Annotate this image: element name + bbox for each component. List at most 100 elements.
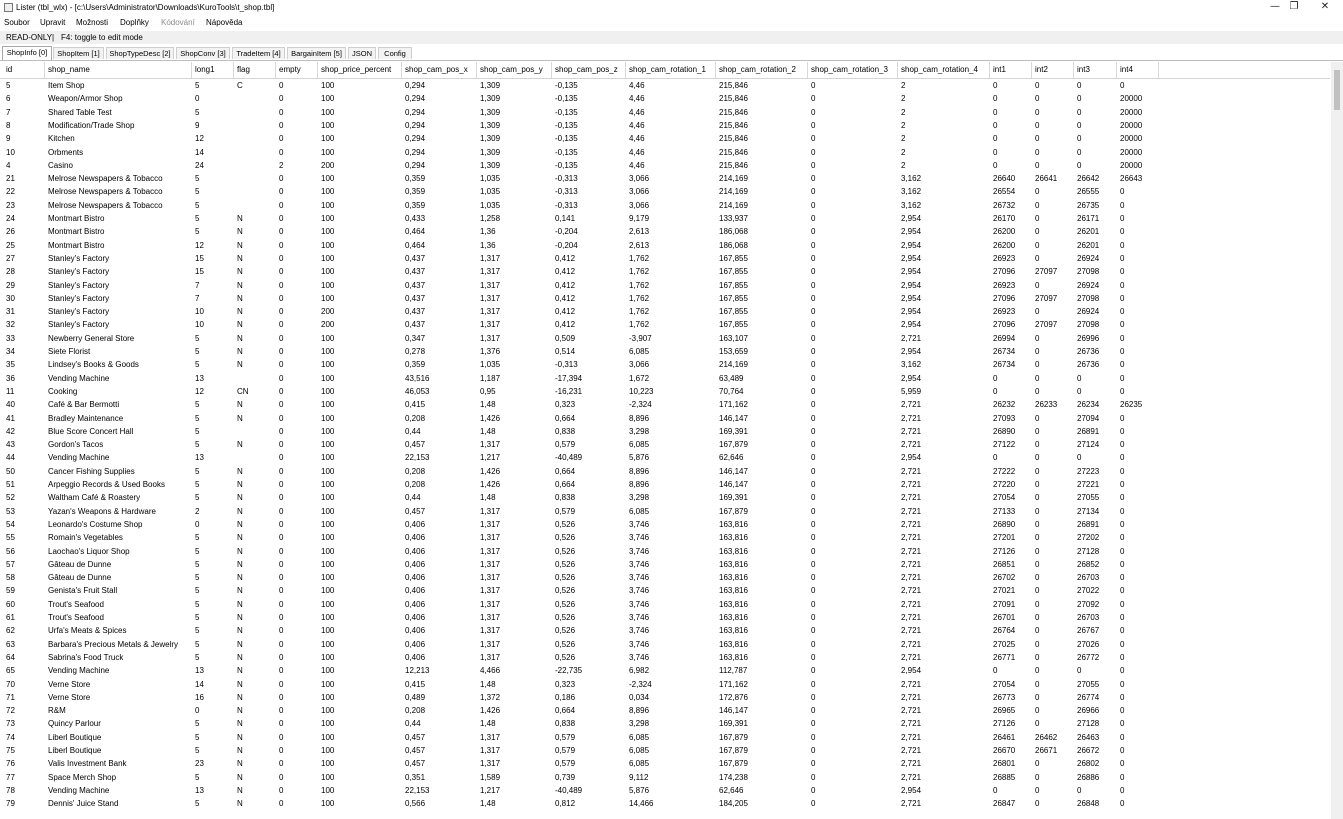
table-row[interactable]: 30 Stanley's Factory 7 N 0 100 0,437 1,317 0,412… <box>0 292 1330 305</box>
column-divider[interactable] <box>233 62 234 78</box>
table-row[interactable]: 43 Gordon's Tacos 5 N 0 100 0,457 1,317 0,579 6,0… <box>0 438 1330 451</box>
table-row[interactable]: 10 Orbments 14 0 100 0,294 1,309 -0,135 4,46 215,… <box>0 146 1330 159</box>
table-row[interactable]: 64 Sabrina's Food Truck 5 N 0 100 0,406 1,317 0,… <box>0 651 1330 664</box>
column-header[interactable]: empty <box>279 65 301 74</box>
column-divider[interactable] <box>551 62 552 78</box>
column-header[interactable]: shop_price_percent <box>321 65 391 74</box>
table-row[interactable]: 59 Genista's Fruit Stall 5 N 0 100 0,406 1,317 0… <box>0 584 1330 597</box>
table-row[interactable]: 8 Modification/Trade Shop 9 0 100 0,294 1,309 -… <box>0 119 1330 132</box>
table-row[interactable]: 6 Weapon/Armor Shop 0 0 100 0,294 1,309 -0,135 4… <box>0 92 1330 105</box>
column-divider[interactable] <box>44 62 45 78</box>
table-row[interactable]: 27 Stanley's Factory 15 N 0 100 0,437 1,317 0,41… <box>0 252 1330 265</box>
column-divider[interactable] <box>1116 62 1117 78</box>
table-row[interactable]: 78 Vending Machine 13 N 0 100 22,153 1,217 -40,4… <box>0 784 1330 797</box>
vertical-scrollbar[interactable] <box>1331 62 1343 819</box>
column-header[interactable]: int3 <box>1077 65 1090 74</box>
column-divider[interactable] <box>275 62 276 78</box>
table-row[interactable]: 70 Verne Store 14 N 0 100 0,415 1,48 0,323 -2,324… <box>0 678 1330 691</box>
table-row[interactable]: 26 Montmart Bistro 5 N 0 100 0,464 1,36 -0,204 2,… <box>0 225 1330 238</box>
table-row[interactable]: 42 Blue Score Concert Hall 5 0 100 0,44 1,48 0,… <box>0 425 1330 438</box>
table-row[interactable]: 73 Quincy Parlour 5 N 0 100 0,44 1,48 0,838 3,298… <box>0 717 1330 730</box>
table-row[interactable]: 51 Arpeggio Records & Used Books 5 N 0 100 0,2… <box>0 478 1330 491</box>
column-header[interactable]: shop_cam_rotation_2 <box>719 65 796 74</box>
menu-upravit[interactable]: Upravit <box>40 18 65 27</box>
column-header[interactable]: int1 <box>993 65 1006 74</box>
table-row[interactable]: 40 Café & Bar Bermotti 5 N 0 100 0,415 1,48 0,32… <box>0 398 1330 411</box>
data-grid[interactable]: id shop_name long1 flag empty shop_price_perc… <box>0 62 1330 819</box>
table-row[interactable]: 63 Barbara's Precious Metals & Jewelry 5 N 0… <box>0 638 1330 651</box>
tab-shopitem[interactable]: ShopItem [1] <box>53 47 104 59</box>
table-row[interactable]: 58 Gâteau de Dunne 5 N 0 100 0,406 1,317 0,526 3,… <box>0 571 1330 584</box>
table-row[interactable]: 29 Stanley's Factory 7 N 0 100 0,437 1,317 0,412… <box>0 279 1330 292</box>
column-divider[interactable] <box>1158 62 1159 78</box>
table-row[interactable]: 55 Romain's Vegetables 5 N 0 100 0,406 1,317 0,5… <box>0 531 1330 544</box>
table-row[interactable]: 44 Vending Machine 13 0 100 22,153 1,217 -40,48… <box>0 451 1330 464</box>
table-row[interactable]: 79 Dennis' Juice Stand 5 N 0 100 0,566 1,48 0,81… <box>0 797 1330 810</box>
column-divider[interactable] <box>476 62 477 78</box>
table-row[interactable]: 77 Space Merch Shop 5 N 0 100 0,351 1,589 0,739 9… <box>0 771 1330 784</box>
column-divider[interactable] <box>191 62 192 78</box>
table-row[interactable]: 57 Gâteau de Dunne 5 N 0 100 0,406 1,317 0,526 3,… <box>0 558 1330 571</box>
table-row[interactable]: 35 Lindsey's Books & Goods 5 N 0 100 0,359 1,03… <box>0 358 1330 371</box>
table-row[interactable]: 61 Trout's Seafood 5 N 0 100 0,406 1,317 0,526 3,… <box>0 611 1330 624</box>
column-header[interactable]: id <box>6 65 12 74</box>
menu-soubor[interactable]: Soubor <box>4 18 30 27</box>
table-row[interactable]: 50 Cancer Fishing Supplies 5 N 0 100 0,208 1,42… <box>0 465 1330 478</box>
table-row[interactable]: 54 Leonardo's Costume Shop 0 N 0 100 0,406 1,31… <box>0 518 1330 531</box>
menu-kodovani[interactable]: Kódování <box>161 18 195 27</box>
table-row[interactable]: 62 Urfa's Meats & Spices 5 N 0 100 0,406 1,317 0… <box>0 624 1330 637</box>
table-row[interactable]: 33 Newberry General Store 5 N 0 100 0,347 1,317… <box>0 332 1330 345</box>
tab-shopinfo[interactable]: ShopInfo [0] <box>2 46 52 60</box>
table-row[interactable]: 25 Montmart Bistro 12 N 0 100 0,464 1,36 -0,204 2… <box>0 239 1330 252</box>
column-header[interactable]: int4 <box>1120 65 1133 74</box>
table-row[interactable]: 76 Valis Investment Bank 23 N 0 100 0,457 1,317… <box>0 757 1330 770</box>
column-header[interactable]: long1 <box>195 65 215 74</box>
scrollbar-thumb[interactable] <box>1334 70 1340 110</box>
menu-napoveda[interactable]: Nápověda <box>206 18 242 27</box>
column-header[interactable]: flag <box>237 65 250 74</box>
table-row[interactable]: 52 Waltham Café & Roastery 5 N 0 100 0,44 1,48 0… <box>0 491 1330 504</box>
column-divider[interactable] <box>1073 62 1074 78</box>
table-row[interactable]: 22 Melrose Newspapers & Tobacco 5 0 100 0,359… <box>0 185 1330 198</box>
table-row[interactable]: 41 Bradley Maintenance 5 N 0 100 0,208 1,426 0,6… <box>0 412 1330 425</box>
table-row[interactable]: 72 R&M 0 N 0 100 0,208 1,426 0,664 8,896 146,147 0 2… <box>0 704 1330 717</box>
column-header[interactable]: shop_cam_rotation_4 <box>901 65 978 74</box>
table-row[interactable]: 36 Vending Machine 13 0 100 43,516 1,187 -17,39… <box>0 372 1330 385</box>
table-row[interactable]: 71 Verne Store 16 N 0 100 0,489 1,372 0,186 0,034… <box>0 691 1330 704</box>
table-row[interactable]: 9 Kitchen 12 0 100 0,294 1,309 -0,135 4,46 215,84… <box>0 132 1330 145</box>
column-divider[interactable] <box>807 62 808 78</box>
menu-moznosti[interactable]: Možnosti <box>76 18 108 27</box>
table-row[interactable]: 23 Melrose Newspapers & Tobacco 5 0 100 0,359… <box>0 199 1330 212</box>
table-row[interactable]: 31 Stanley's Factory 10 N 0 200 0,437 1,317 0,41… <box>0 305 1330 318</box>
table-row[interactable]: 24 Montmart Bistro 5 N 0 100 0,433 1,258 0,141 9,… <box>0 212 1330 225</box>
table-row[interactable]: 4 Casino 24 2 200 0,294 1,309 -0,135 4,46 215,846… <box>0 159 1330 172</box>
column-divider[interactable] <box>317 62 318 78</box>
table-row[interactable]: 28 Stanley's Factory 15 N 0 100 0,437 1,317 0,41… <box>0 265 1330 278</box>
tab-tradeitem[interactable]: TradeItem [4] <box>232 47 285 59</box>
table-row[interactable]: 75 Liberl Boutique 5 N 0 100 0,457 1,317 0,579 6,… <box>0 744 1330 757</box>
table-row[interactable]: 21 Melrose Newspapers & Tobacco 5 0 100 0,359… <box>0 172 1330 185</box>
table-row[interactable]: 5 Item Shop 5 C 0 100 0,294 1,309 -0,135 4,46 215,… <box>0 79 1330 92</box>
column-header[interactable]: shop_name <box>48 65 90 74</box>
column-divider[interactable] <box>625 62 626 78</box>
tab-bargainitem[interactable]: BargainItem [5] <box>287 47 346 59</box>
tab-shoptypedesc[interactable]: ShopTypeDesc [2] <box>106 47 174 59</box>
menu-doplnky[interactable]: Doplňky <box>120 18 149 27</box>
column-header[interactable]: int2 <box>1035 65 1048 74</box>
table-row[interactable]: 32 Stanley's Factory 10 N 0 200 0,437 1,317 0,41… <box>0 318 1330 331</box>
column-header[interactable]: shop_cam_pos_y <box>480 65 543 74</box>
table-row[interactable]: 53 Yazan's Weapons & Hardware 2 N 0 100 0,457 1… <box>0 505 1330 518</box>
tab-json[interactable]: JSON <box>348 47 376 59</box>
tab-shopconv[interactable]: ShopConv [3] <box>176 47 230 59</box>
table-row[interactable]: 65 Vending Machine 13 N 0 100 12,213 4,466 -22,7… <box>0 664 1330 677</box>
column-divider[interactable] <box>1031 62 1032 78</box>
column-divider[interactable] <box>715 62 716 78</box>
column-header[interactable]: shop_cam_pos_x <box>405 65 468 74</box>
column-divider[interactable] <box>989 62 990 78</box>
table-row[interactable]: 34 Siete Florist 5 N 0 100 0,278 1,376 0,514 6,08… <box>0 345 1330 358</box>
table-row[interactable]: 60 Trout's Seafood 5 N 0 100 0,406 1,317 0,526 3,… <box>0 598 1330 611</box>
table-row[interactable]: 7 Shared Table Test 5 0 100 0,294 1,309 -0,135 4… <box>0 106 1330 119</box>
column-header[interactable]: shop_cam_pos_z <box>555 65 618 74</box>
column-header[interactable]: shop_cam_rotation_3 <box>811 65 888 74</box>
column-divider[interactable] <box>401 62 402 78</box>
